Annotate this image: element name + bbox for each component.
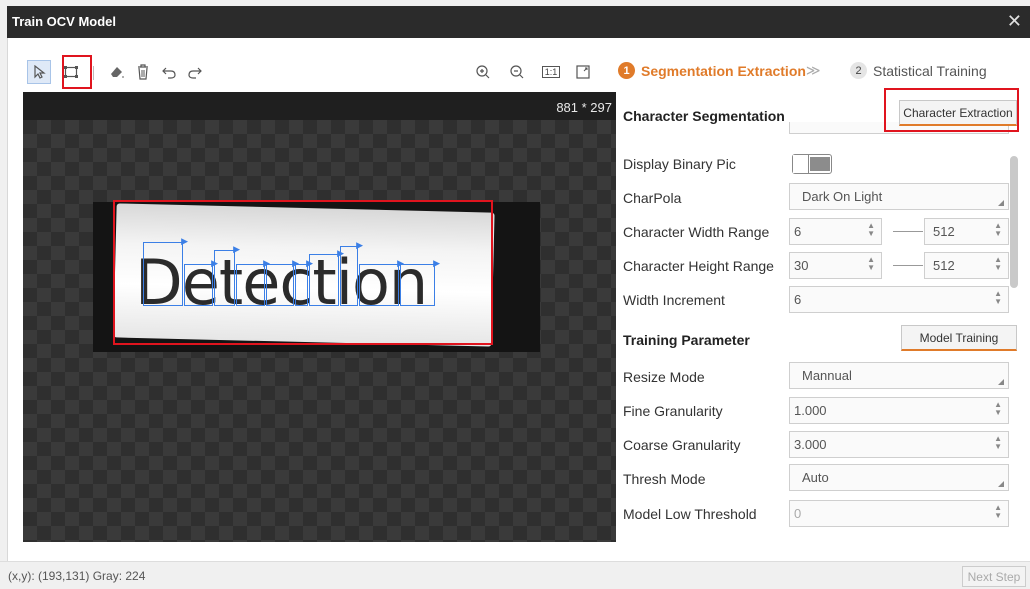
image-toolbar: 1:1 [23, 56, 616, 90]
trash-icon[interactable] [131, 60, 155, 84]
parameter-panel: Character Segmentation Character Extract… [619, 92, 1022, 542]
height-min-value: 30 [794, 258, 809, 273]
thresh-mode-label: Thresh Mode [623, 471, 706, 487]
window-title: Train OCV Model [12, 14, 117, 29]
fine-granularity-label: Fine Granularity [623, 403, 723, 419]
rectangle-tool-highlight [62, 55, 92, 89]
coarse-granularity-input[interactable]: 3.000 ▲ ▼ [789, 431, 1009, 458]
low-threshold-input[interactable]: 0 ▲ ▼ [789, 500, 1009, 527]
segmentation-section-title: Character Segmentation [623, 108, 785, 124]
next-step-button[interactable]: Next Step [962, 566, 1026, 587]
resize-mode-select[interactable]: Mannual [789, 362, 1009, 389]
toolbar-divider [93, 66, 94, 80]
charpola-label: CharPola [623, 190, 682, 206]
image-dimensions: 881 * 297 [556, 100, 612, 115]
step-indicator: 1 Segmentation Extraction ≫ 2 Statistica… [618, 62, 1028, 88]
spinner-icon[interactable]: ▲ ▼ [867, 222, 875, 238]
spinner-icon[interactable]: ▲ ▼ [867, 256, 875, 272]
zoom-in-icon[interactable] [471, 60, 495, 84]
step2-number: 2 [850, 62, 867, 79]
step1-label: Segmentation Extraction [641, 62, 806, 79]
redo-icon[interactable] [183, 60, 207, 84]
actual-size-label: 1:1 [541, 66, 561, 78]
resize-mode-label: Resize Mode [623, 369, 705, 385]
step-statistical-training[interactable]: 2 Statistical Training [850, 62, 987, 79]
extraction-button-highlight [884, 88, 1019, 132]
dropdown-corner-icon [998, 481, 1004, 487]
roi-rectangle[interactable] [113, 200, 493, 345]
model-training-button[interactable]: Model Training [901, 325, 1017, 351]
close-icon[interactable]: ✕ [1007, 11, 1022, 31]
resize-mode-value: Mannual [802, 368, 852, 383]
width-increment-input[interactable]: 6 ▲ ▼ [789, 286, 1009, 313]
coarse-granularity-label: Coarse Granularity [623, 437, 741, 453]
dropdown-corner-icon [998, 200, 1004, 206]
fine-granularity-value: 1.000 [794, 403, 827, 418]
spinner-icon[interactable]: ▲ ▼ [994, 435, 1002, 451]
eraser-icon[interactable] [105, 60, 129, 84]
width-min-input[interactable]: 6 ▲ ▼ [789, 218, 882, 245]
height-range-label: Character Height Range [623, 258, 774, 274]
charpola-select[interactable]: Dark On Light [789, 183, 1009, 210]
actual-size-icon[interactable]: 1:1 [539, 60, 563, 84]
display-binary-label: Display Binary Pic [623, 156, 736, 172]
undo-icon[interactable] [157, 60, 181, 84]
spinner-icon[interactable]: ▲ ▼ [994, 256, 1002, 272]
training-section-title: Training Parameter [623, 332, 750, 348]
main-content: 1:1 881 * 297 Detection ▶ ▶ ▶ ▶ ▶ ▶ ▶ ▶ [7, 38, 1030, 561]
thresh-mode-select[interactable]: Auto [789, 464, 1009, 491]
width-increment-value: 6 [794, 292, 802, 307]
thresh-mode-value: Auto [802, 470, 829, 485]
height-max-input[interactable]: 512 ▲ ▼ [924, 252, 1009, 279]
coarse-granularity-value: 3.000 [794, 437, 827, 452]
charpola-value: Dark On Light [802, 189, 883, 204]
range-dash [893, 265, 923, 266]
low-threshold-value: 0 [794, 506, 802, 521]
sample-image: Detection ▶ ▶ ▶ ▶ ▶ ▶ ▶ ▶ ▶ ▶ [93, 200, 540, 352]
step-arrows: ≫ [805, 62, 821, 78]
step-segmentation[interactable]: 1 Segmentation Extraction ≫ [618, 62, 821, 79]
spinner-icon[interactable]: ▲ ▼ [994, 290, 1002, 306]
step1-number: 1 [618, 62, 635, 79]
width-min-value: 6 [794, 224, 802, 239]
toggle-knob [793, 155, 809, 173]
width-increment-label: Width Increment [623, 292, 725, 308]
display-binary-toggle[interactable] [792, 154, 832, 174]
spinner-icon[interactable]: ▲ ▼ [994, 222, 1002, 238]
toggle-track [810, 157, 830, 171]
range-dash [893, 231, 923, 232]
low-threshold-label: Model Low Threshold [623, 506, 757, 522]
width-max-input[interactable]: 512 ▲ ▼ [924, 218, 1009, 245]
panel-scrollbar[interactable] [1010, 156, 1018, 288]
title-bar: Train OCV Model ✕ [7, 6, 1030, 38]
spinner-icon[interactable]: ▲ ▼ [994, 504, 1002, 520]
status-bar: (x,y): (193,131) Gray: 224 Next Step [0, 561, 1030, 589]
cursor-coordinates: (x,y): (193,131) Gray: 224 [8, 569, 146, 583]
fit-window-icon[interactable] [571, 60, 595, 84]
image-canvas[interactable]: 881 * 297 Detection ▶ ▶ ▶ ▶ ▶ ▶ ▶ ▶ ▶ ▶ [23, 92, 616, 542]
width-range-label: Character Width Range [623, 224, 770, 240]
spinner-icon[interactable]: ▲ ▼ [994, 401, 1002, 417]
width-max-value: 512 [933, 224, 955, 239]
zoom-out-icon[interactable] [505, 60, 529, 84]
fine-granularity-input[interactable]: 1.000 ▲ ▼ [789, 397, 1009, 424]
canvas-info-strip: 881 * 297 [23, 92, 616, 120]
train-ocv-window: Train OCV Model ✕ 1:1 881 * 297 Detectio… [0, 0, 1030, 589]
step2-label: Statistical Training [873, 62, 987, 79]
pointer-icon[interactable] [27, 60, 51, 84]
height-max-value: 512 [933, 258, 955, 273]
height-min-input[interactable]: 30 ▲ ▼ [789, 252, 882, 279]
dropdown-corner-icon [998, 379, 1004, 385]
